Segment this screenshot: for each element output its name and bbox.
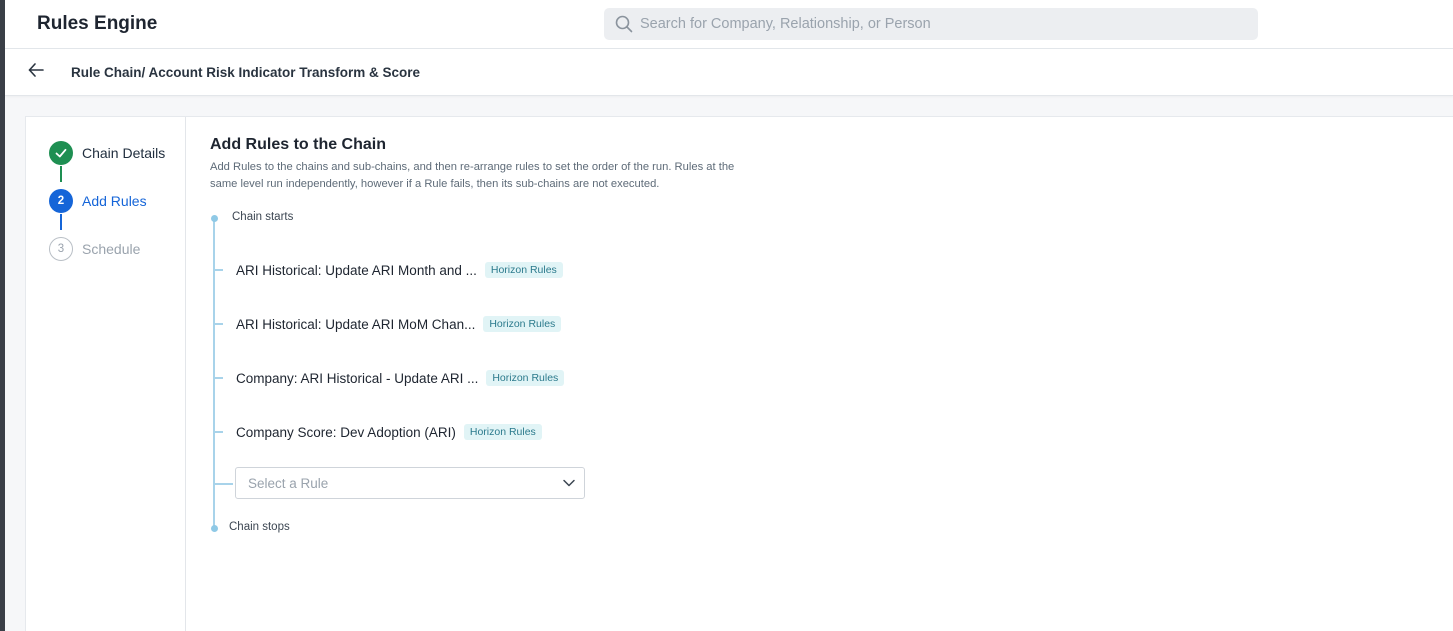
step-number: 3 [49, 237, 73, 261]
chain-stop-label: Chain stops [229, 521, 290, 533]
rule-item[interactable]: Company Score: Dev Adoption (ARI) Horizo… [236, 421, 542, 443]
chain-branch [214, 377, 223, 379]
step-label: Chain Details [82, 145, 166, 161]
chain-branch [214, 269, 223, 271]
step-number: 2 [49, 189, 73, 213]
step-connector [60, 166, 62, 182]
step-label: Schedule [82, 241, 141, 257]
rule-source-badge: Horizon Rules [484, 262, 563, 278]
chain-timeline [213, 218, 215, 528]
section-description: Add Rules to the chains and sub-chains, … [210, 161, 735, 190]
check-icon [49, 141, 73, 165]
step-connector [60, 214, 62, 230]
rule-item[interactable]: ARI Historical: Update ARI MoM Chan... H… [236, 313, 562, 335]
rule-name: ARI Historical: Update ARI Month and ... [236, 262, 477, 278]
section-title: Add Rules to the Chain [210, 136, 386, 153]
step-schedule[interactable]: 3 Schedule [49, 236, 140, 262]
chevron-down-icon [554, 468, 584, 498]
select-rule-dropdown[interactable]: Select a Rule [235, 467, 585, 499]
rule-name: Company: ARI Historical - Update ARI ... [236, 370, 479, 386]
rule-source-badge: Horizon Rules [486, 370, 565, 386]
chain-start-dot [210, 215, 218, 222]
rule-item[interactable]: Company: ARI Historical - Update ARI ...… [236, 367, 565, 389]
chain-stop-dot [210, 525, 218, 532]
search-input[interactable] [640, 16, 1240, 32]
wizard-stepper: Chain Details 2 Add Rules 3 Schedule [26, 117, 186, 631]
chain-branch [214, 483, 233, 485]
rule-item[interactable]: ARI Historical: Update ARI Month and ...… [236, 259, 563, 281]
rule-name: ARI Historical: Update ARI MoM Chan... [236, 316, 476, 332]
step-chain-details[interactable]: Chain Details [49, 140, 165, 166]
content-card: Chain Details 2 Add Rules 3 Schedule Add… [25, 116, 1453, 631]
chain-branch [214, 323, 223, 325]
app-title: Rules Engine [37, 13, 158, 34]
search-icon [614, 14, 634, 34]
rule-name: Company Score: Dev Adoption (ARI) [236, 424, 456, 440]
rules-engine-app: Rules Engine Rule Chain/ Account Risk In… [0, 0, 1453, 631]
chain-branch [214, 431, 223, 433]
back-button[interactable] [25, 61, 47, 83]
step-add-rules[interactable]: 2 Add Rules [49, 188, 147, 214]
breadcrumb-bar: Rule Chain/ Account Risk Indicator Trans… [5, 49, 1453, 96]
chain-start-label: Chain starts [232, 211, 294, 223]
rule-source-badge: Horizon Rules [483, 316, 562, 332]
arrow-left-icon [27, 61, 45, 84]
top-bar: Rules Engine [5, 0, 1453, 49]
step-label: Add Rules [82, 193, 147, 209]
add-rules-panel: Add Rules to the Chain Add Rules to the … [210, 117, 1453, 631]
breadcrumb: Rule Chain/ Account Risk Indicator Trans… [71, 65, 421, 80]
global-search[interactable] [604, 8, 1258, 40]
select-placeholder: Select a Rule [248, 475, 329, 491]
rule-source-badge: Horizon Rules [463, 424, 542, 440]
